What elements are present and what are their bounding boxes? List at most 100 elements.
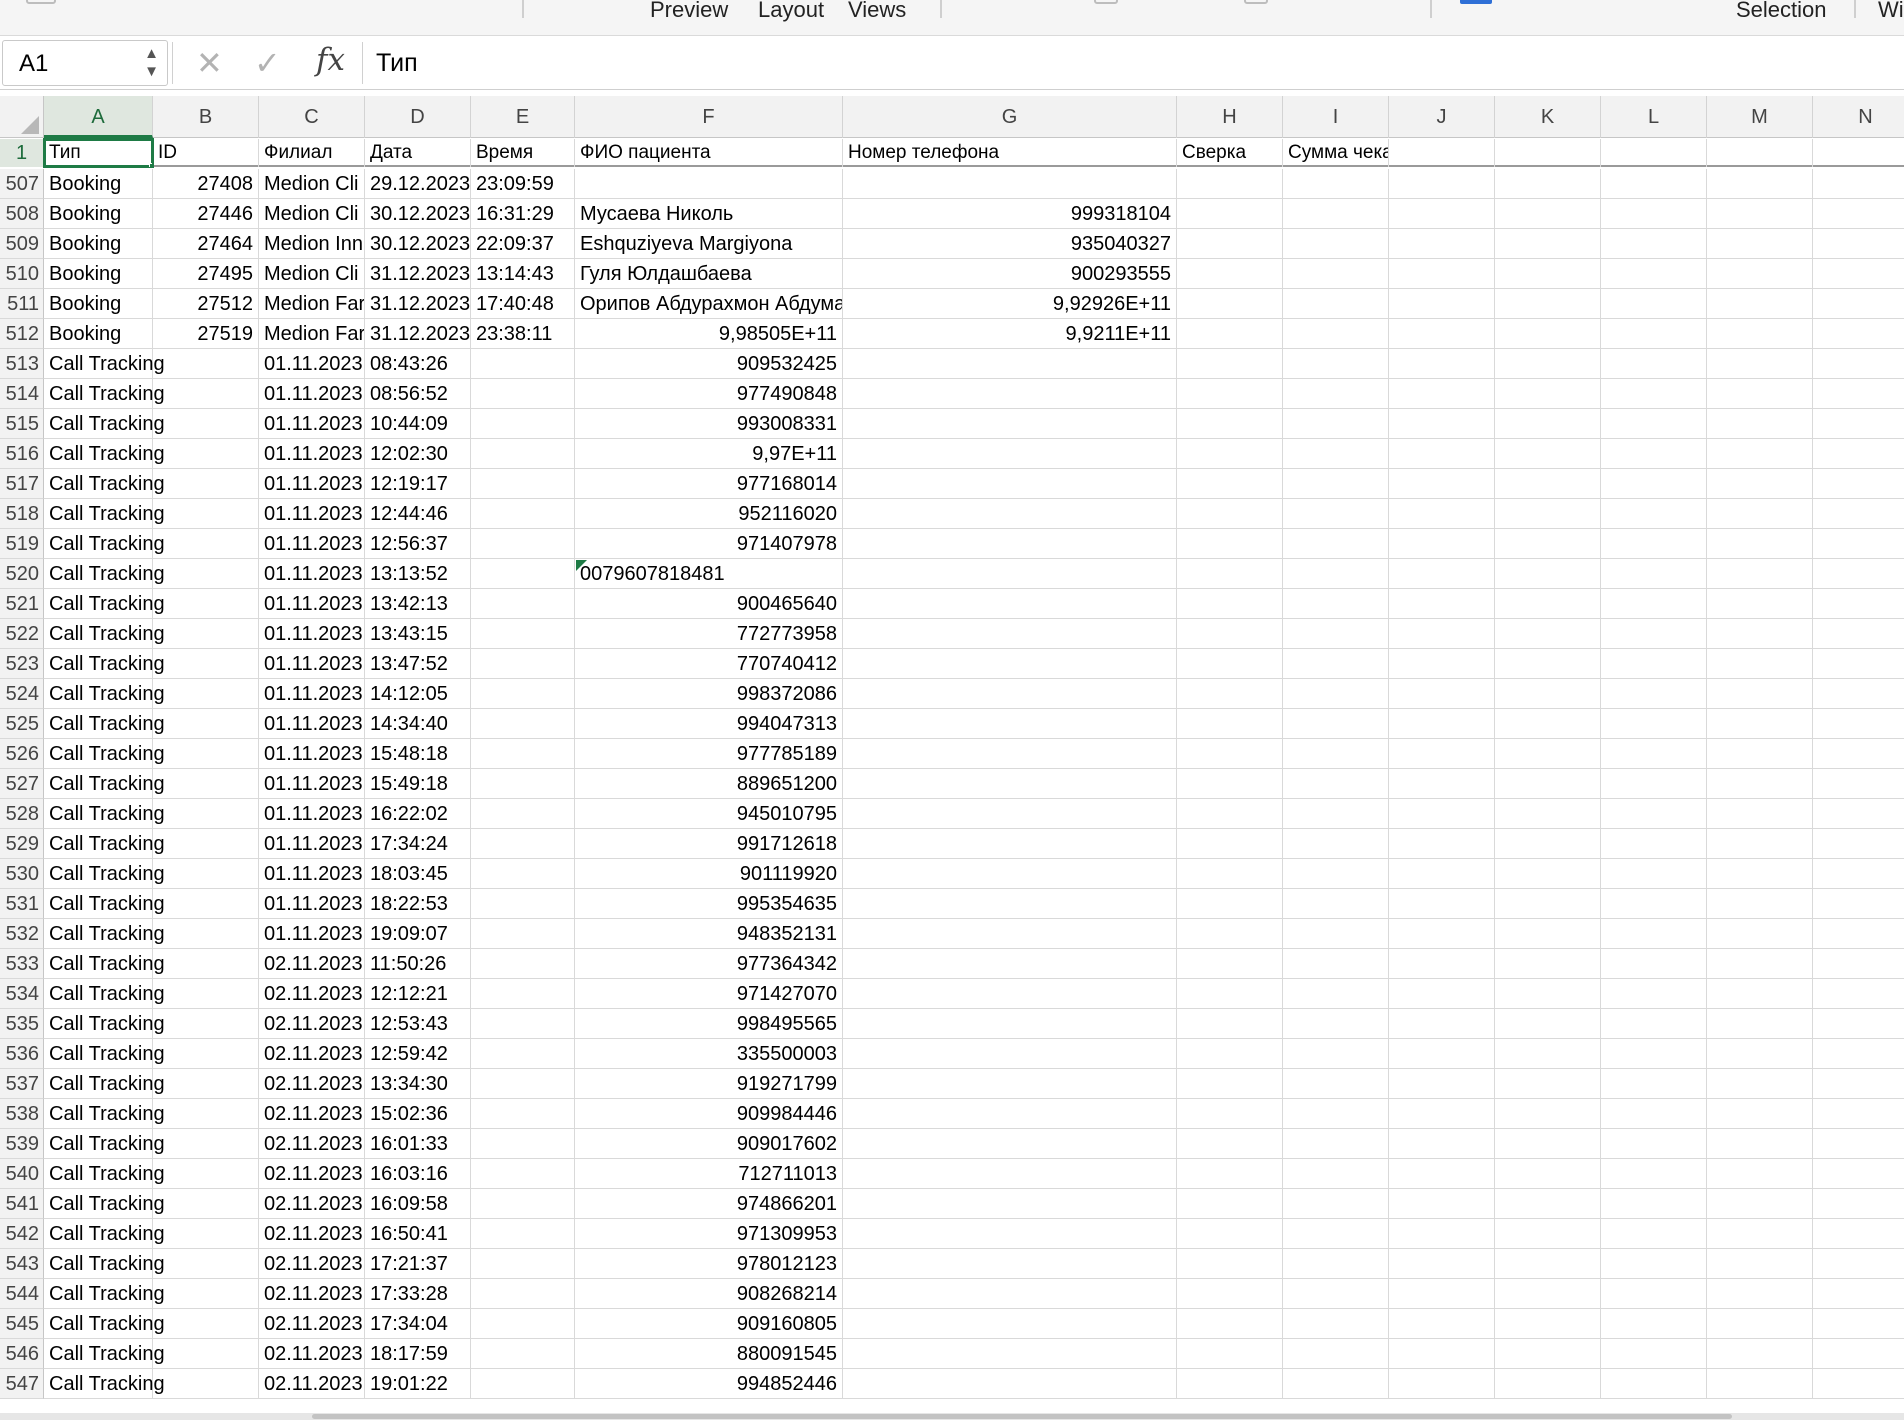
cell-j[interactable] (1389, 289, 1495, 319)
cell-e[interactable] (471, 1249, 575, 1279)
cell-d[interactable]: 08:56:52 (365, 379, 471, 409)
cell-d[interactable]: 10:44:09 (365, 409, 471, 439)
cell-f[interactable]: 901119920 (575, 859, 843, 889)
cell-f[interactable]: 909017602 (575, 1129, 843, 1159)
cell-i[interactable] (1283, 649, 1389, 679)
row-number[interactable]: 533 (0, 949, 44, 979)
cell-k[interactable] (1495, 979, 1601, 1009)
cell-k[interactable] (1495, 229, 1601, 259)
cell-c[interactable]: 02.11.2023 (259, 1099, 365, 1129)
cell-f[interactable]: 977364342 (575, 949, 843, 979)
cell-j[interactable] (1389, 739, 1495, 769)
cell-i[interactable] (1283, 949, 1389, 979)
cell-g[interactable] (843, 739, 1177, 769)
cell-d[interactable]: 12:53:43 (365, 1009, 471, 1039)
cell-j[interactable] (1389, 229, 1495, 259)
cell-l[interactable] (1601, 1249, 1707, 1279)
cell-h[interactable] (1177, 1339, 1283, 1369)
cell-n[interactable] (1813, 1219, 1904, 1249)
cell-m[interactable] (1707, 139, 1813, 167)
cell-l[interactable] (1601, 829, 1707, 859)
cell-i[interactable] (1283, 709, 1389, 739)
cell-l[interactable] (1601, 1369, 1707, 1399)
cell-b[interactable] (153, 1069, 259, 1099)
cell-g[interactable] (843, 1129, 1177, 1159)
cell-c[interactable]: Medion Inn (259, 229, 365, 259)
cell-j[interactable] (1389, 499, 1495, 529)
cell-n[interactable] (1813, 529, 1904, 559)
cell-h[interactable] (1177, 859, 1283, 889)
cell-d[interactable]: 12:02:30 (365, 439, 471, 469)
cell-g[interactable] (843, 1039, 1177, 1069)
cell-c[interactable]: 01.11.2023 (259, 619, 365, 649)
cell-e[interactable] (471, 1369, 575, 1399)
cell-m[interactable] (1707, 1219, 1813, 1249)
cell-k[interactable] (1495, 409, 1601, 439)
cell-e[interactable]: 17:40:48 (471, 289, 575, 319)
cell-i[interactable] (1283, 379, 1389, 409)
cell-e[interactable] (471, 679, 575, 709)
cell-b[interactable] (153, 619, 259, 649)
cell-h[interactable] (1177, 649, 1283, 679)
cell-n[interactable] (1813, 199, 1904, 229)
cell-n[interactable] (1813, 799, 1904, 829)
cell-g[interactable] (843, 1249, 1177, 1279)
cell-a[interactable]: Call Tracking (44, 589, 165, 619)
cell-e[interactable]: 13:14:43 (471, 259, 575, 289)
cell-n[interactable] (1813, 499, 1904, 529)
cell-n[interactable] (1813, 1309, 1904, 1339)
cell-l[interactable] (1601, 709, 1707, 739)
cell-f[interactable]: 770740412 (575, 649, 843, 679)
scrollbar-thumb[interactable] (312, 1414, 1732, 1419)
cell-i[interactable] (1283, 1219, 1389, 1249)
cell-n[interactable] (1813, 169, 1904, 199)
cell-a[interactable]: Call Tracking (44, 649, 165, 679)
row-number[interactable]: 538 (0, 1099, 44, 1129)
cell-d[interactable]: 16:03:16 (365, 1159, 471, 1189)
cell-m[interactable] (1707, 1129, 1813, 1159)
cell-l[interactable] (1601, 1339, 1707, 1369)
cell-d[interactable]: 12:12:21 (365, 979, 471, 1009)
cell-g[interactable] (843, 799, 1177, 829)
cell-a[interactable]: Call Tracking (44, 739, 165, 769)
cell-a[interactable]: Call Tracking (44, 1219, 165, 1249)
cell-a[interactable]: Call Tracking (44, 1159, 165, 1189)
row-number[interactable]: 521 (0, 589, 44, 619)
cell-k[interactable] (1495, 559, 1601, 589)
cell-h[interactable] (1177, 1309, 1283, 1339)
cell-f[interactable]: 9,98505E+11 (575, 319, 843, 349)
cell-l[interactable] (1601, 439, 1707, 469)
cell-i[interactable] (1283, 1159, 1389, 1189)
cell-k[interactable] (1495, 259, 1601, 289)
name-box-stepper-icon[interactable]: ▲ ▼ (144, 45, 159, 81)
cell-b[interactable] (153, 1309, 259, 1339)
cell-e[interactable] (471, 1129, 575, 1159)
cell-l[interactable] (1601, 889, 1707, 919)
cell-k[interactable] (1495, 379, 1601, 409)
row-number[interactable]: 1 (0, 139, 44, 167)
cell-n[interactable] (1813, 619, 1904, 649)
cell-m[interactable] (1707, 1249, 1813, 1279)
cell-b[interactable] (153, 979, 259, 1009)
cell-g[interactable] (843, 679, 1177, 709)
cell-l[interactable] (1601, 169, 1707, 199)
cell-b[interactable]: 27512 (153, 289, 259, 319)
cell-a[interactable]: Call Tracking (44, 769, 165, 799)
cell-h[interactable] (1177, 349, 1283, 379)
cell-n[interactable] (1813, 1189, 1904, 1219)
cell-m[interactable] (1707, 739, 1813, 769)
cell-e[interactable] (471, 799, 575, 829)
cell-m[interactable] (1707, 679, 1813, 709)
cell-c[interactable]: 01.11.2023 (259, 769, 365, 799)
cancel-icon[interactable]: ✕ (196, 44, 223, 82)
name-box-value[interactable]: A1 (19, 50, 48, 78)
cell-h[interactable] (1177, 679, 1283, 709)
row-number[interactable]: 522 (0, 619, 44, 649)
cell-g[interactable]: 935040327 (843, 229, 1177, 259)
cell-i[interactable]: Сумма чека (1283, 139, 1389, 167)
cell-c[interactable]: 02.11.2023 (259, 1129, 365, 1159)
cell-g[interactable] (843, 859, 1177, 889)
cell-l[interactable] (1601, 1189, 1707, 1219)
cell-k[interactable] (1495, 349, 1601, 379)
cell-f[interactable]: 977168014 (575, 469, 843, 499)
